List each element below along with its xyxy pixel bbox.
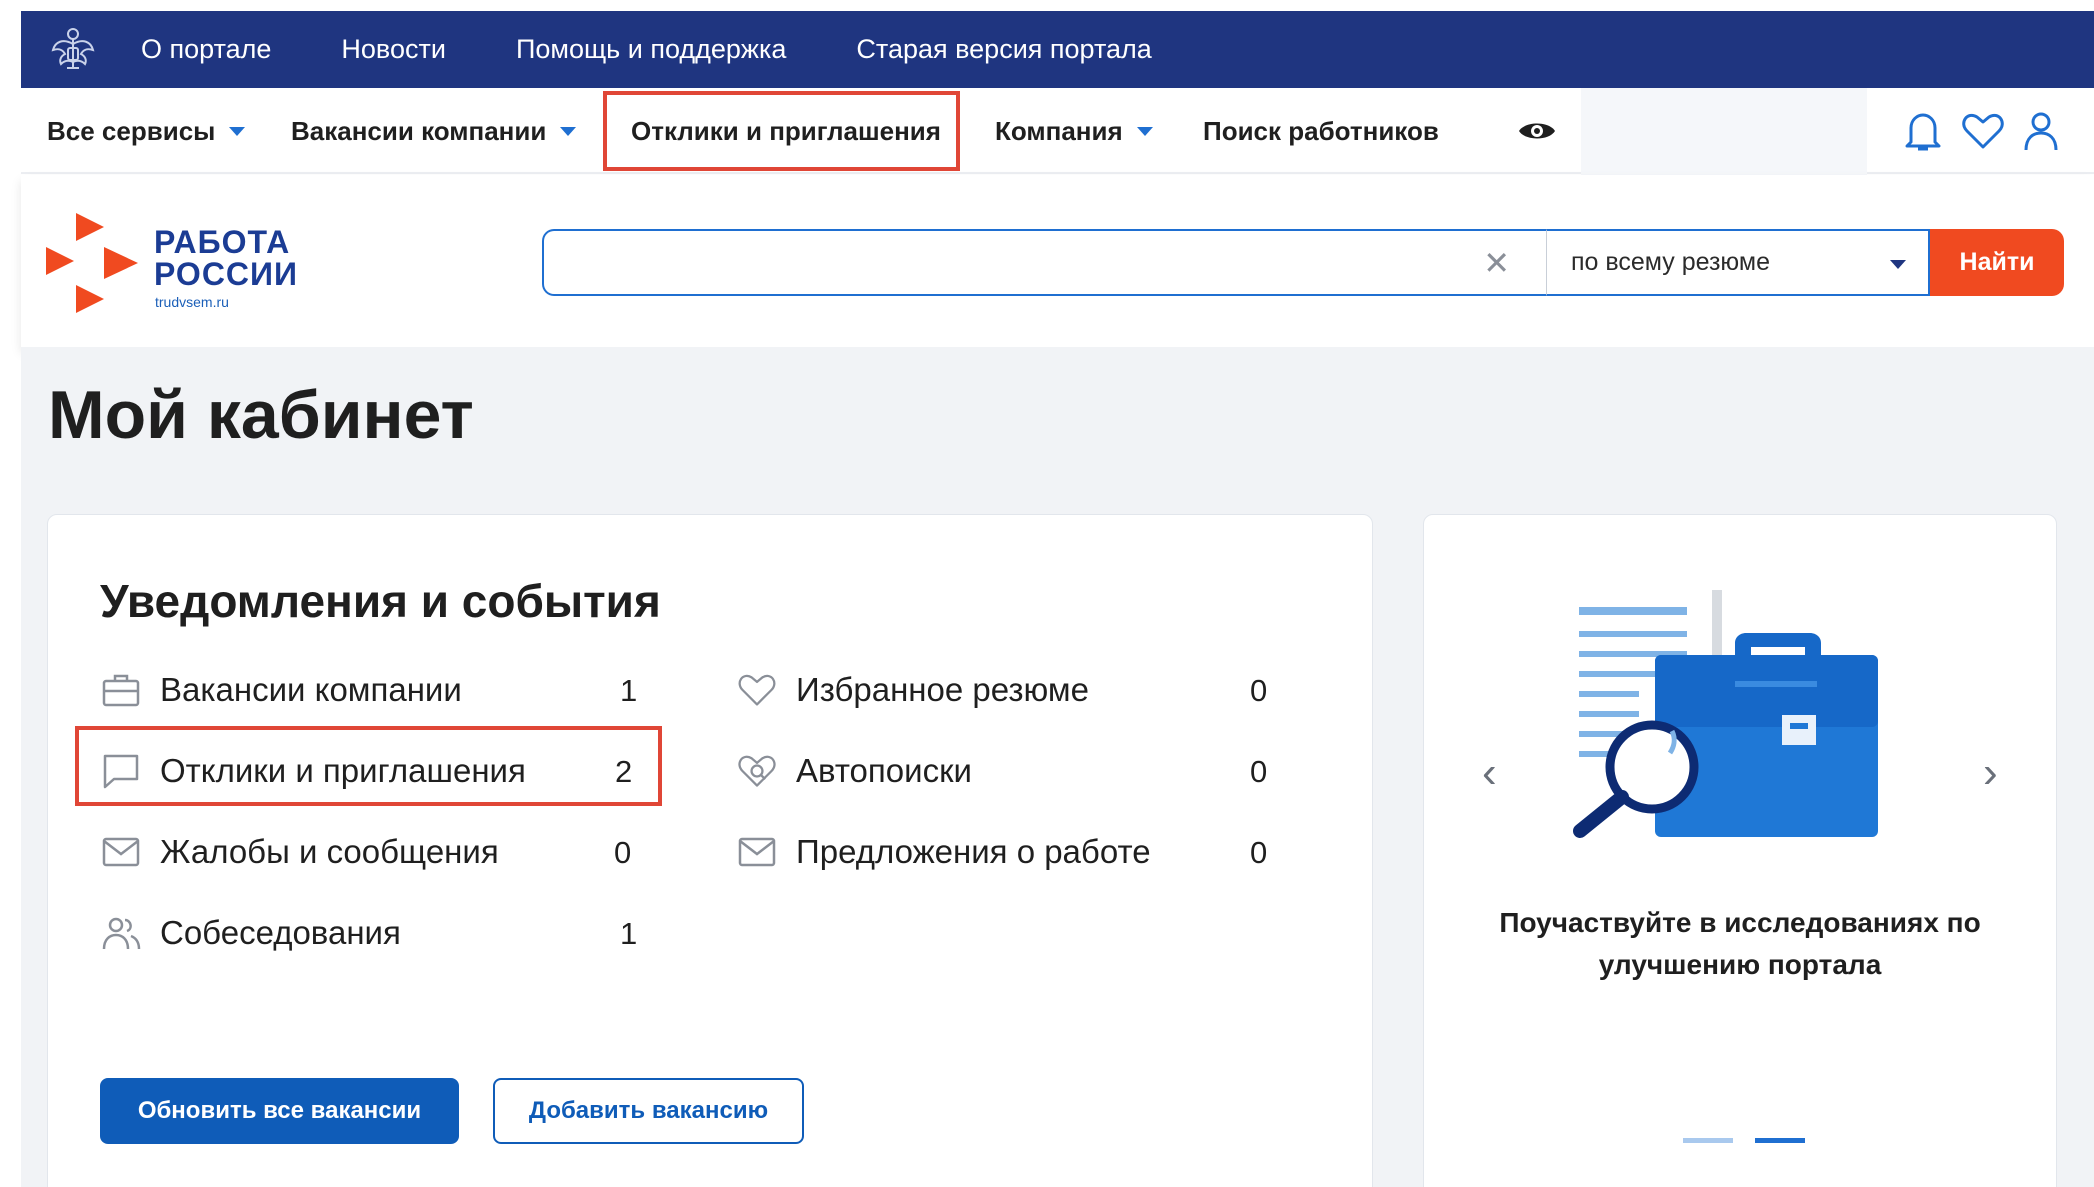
event-company-vacancies[interactable]: Вакансии компании bbox=[100, 660, 462, 720]
logo-line-1: РАБОТА bbox=[154, 224, 291, 260]
eye-icon[interactable] bbox=[1517, 88, 1557, 174]
event-label: Собеседования bbox=[160, 914, 401, 951]
user-icon[interactable] bbox=[2023, 88, 2059, 174]
people-icon bbox=[100, 912, 142, 954]
close-icon[interactable]: ✕ bbox=[1483, 245, 1510, 281]
highlight-box bbox=[603, 91, 960, 171]
event-autosearches[interactable]: Автопоиски bbox=[736, 741, 972, 801]
chevron-left-icon[interactable]: ‹ bbox=[1482, 748, 1497, 798]
search-button[interactable]: Найти bbox=[1930, 229, 2064, 296]
nav-company-vacancies[interactable]: Вакансии компании bbox=[291, 88, 577, 174]
update-all-vacancies-button[interactable]: Обновить все вакансии bbox=[100, 1078, 459, 1144]
topbar-link-news[interactable]: Новости bbox=[341, 34, 446, 65]
mail-icon bbox=[736, 831, 778, 873]
nav-label: Компания bbox=[995, 115, 1123, 146]
chevron-down-icon bbox=[1136, 126, 1153, 136]
event-job-offers[interactable]: Предложения о работе bbox=[736, 822, 1151, 882]
logo-line-2: РОССИИ bbox=[154, 256, 299, 292]
chevron-down-icon bbox=[229, 126, 246, 136]
event-count: 0 bbox=[1250, 673, 1268, 708]
event-complaints-messages[interactable]: Жалобы и сообщения bbox=[100, 822, 499, 882]
notifications-title: Уведомления и события bbox=[100, 575, 661, 627]
search-scope-select[interactable]: по всему резюме bbox=[1546, 229, 1930, 296]
carousel-dot-1[interactable] bbox=[1683, 1138, 1733, 1143]
event-interviews[interactable]: Собеседования bbox=[100, 903, 401, 963]
nav-find-workers[interactable]: Поиск работников bbox=[1203, 88, 1439, 174]
logo-mark-icon[interactable] bbox=[46, 213, 146, 313]
heart-icon[interactable] bbox=[1961, 88, 2005, 174]
briefcase-icon bbox=[100, 669, 142, 711]
event-favorite-resumes[interactable]: Избранное резюме bbox=[736, 660, 1089, 720]
event-label: Предложения о работе bbox=[796, 833, 1151, 870]
carousel-dot-2[interactable] bbox=[1755, 1138, 1805, 1143]
nav-label: Все сервисы bbox=[47, 115, 216, 146]
chevron-right-icon[interactable]: › bbox=[1983, 748, 1998, 798]
event-label: Автопоиски bbox=[796, 752, 972, 789]
bell-icon[interactable] bbox=[1903, 88, 1943, 174]
nav-company[interactable]: Компания bbox=[995, 88, 1153, 174]
event-label: Жалобы и сообщения bbox=[160, 833, 499, 870]
event-count: 0 bbox=[1250, 754, 1268, 789]
chevron-down-icon bbox=[560, 126, 577, 136]
coat-of-arms-icon[interactable] bbox=[43, 20, 103, 80]
event-count: 1 bbox=[620, 916, 638, 951]
nav-all-services[interactable]: Все сервисы bbox=[47, 88, 246, 174]
top-bar: О портале Новости Помощь и поддержка Ста… bbox=[21, 11, 2094, 88]
chevron-down-icon bbox=[1890, 260, 1906, 269]
promo-text[interactable]: Поучаствуйте в исследованиях по улучшени… bbox=[1430, 902, 2050, 986]
heart-search-icon bbox=[736, 750, 778, 792]
search-input[interactable]: ✕ bbox=[542, 229, 1546, 296]
event-count: 0 bbox=[614, 835, 632, 870]
topbar-link-about[interactable]: О портале bbox=[141, 34, 271, 65]
search-scope-value: по всему резюме bbox=[1571, 248, 1770, 276]
highlight-box bbox=[75, 726, 662, 806]
event-count: 0 bbox=[1250, 835, 1268, 870]
page-title: Мой кабинет bbox=[48, 377, 474, 453]
add-vacancy-button[interactable]: Добавить вакансию bbox=[493, 1078, 804, 1144]
logo-text[interactable]: РАБОТА РОССИИ bbox=[154, 226, 298, 290]
mail-icon bbox=[100, 831, 142, 873]
heart-icon bbox=[736, 669, 778, 711]
nav-label: Вакансии компании bbox=[291, 115, 547, 146]
research-illustration bbox=[1573, 590, 1878, 838]
topbar-link-help[interactable]: Помощь и поддержка bbox=[516, 34, 786, 65]
event-label: Вакансии компании bbox=[160, 671, 462, 708]
nav-label: Поиск работников bbox=[1203, 115, 1439, 146]
logo-domain: trudvsem.ru bbox=[155, 294, 229, 310]
event-count: 1 bbox=[620, 673, 638, 708]
event-label: Избранное резюме bbox=[796, 671, 1089, 708]
topbar-link-old-version[interactable]: Старая версия портала bbox=[856, 34, 1151, 65]
